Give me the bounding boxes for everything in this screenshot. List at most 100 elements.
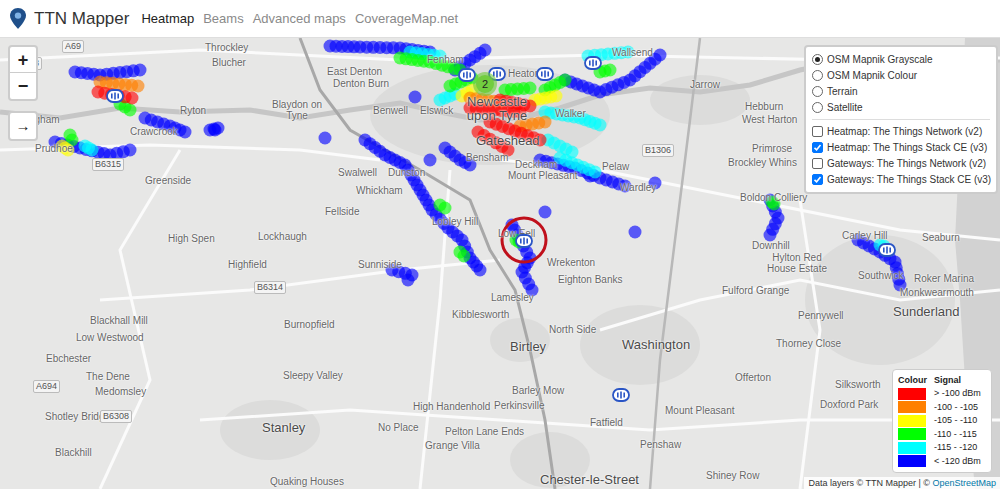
place-label: Silksworth bbox=[835, 377, 881, 392]
layer-radio[interactable] bbox=[812, 102, 823, 113]
signal-legend: ColourSignal> -100 dBm-100 - -105-105 - … bbox=[892, 369, 992, 474]
place-label: Low Westwood bbox=[76, 330, 144, 345]
nav-link[interactable]: Heatmap bbox=[141, 9, 194, 29]
nav-link[interactable]: Advanced maps bbox=[253, 9, 346, 29]
overlay-option[interactable]: Gateways: The Things Stack CE (v3) bbox=[812, 172, 990, 187]
layer-radio[interactable] bbox=[812, 54, 823, 65]
place-label: Barley Mow bbox=[512, 383, 564, 398]
place-label: Mount Pleasant bbox=[665, 403, 735, 418]
layer-separator bbox=[812, 119, 990, 120]
map[interactable]: ThrockleyBlucherFenhamEast DentonDenton … bbox=[0, 38, 1000, 489]
place-label: Sunderland bbox=[893, 302, 960, 322]
heatmap bbox=[49, 40, 907, 297]
gateway-icon[interactable] bbox=[612, 388, 630, 402]
layer-label: Gateways: The Things Stack CE (v3) bbox=[827, 172, 991, 187]
nav-link[interactable]: CoverageMap.net bbox=[355, 9, 458, 29]
layer-radio[interactable] bbox=[812, 86, 823, 97]
road-label: B6308 bbox=[100, 410, 132, 423]
legend-row: -115 - -120 bbox=[898, 441, 986, 455]
place-label: Lockhaugh bbox=[258, 229, 307, 244]
gateway-icon[interactable] bbox=[584, 56, 602, 70]
place-label: Wrekenton bbox=[547, 255, 595, 270]
place-label: Deckham bbox=[515, 157, 557, 172]
base-layer-option[interactable]: Terrain bbox=[812, 84, 990, 99]
road-label: A69 bbox=[62, 40, 84, 53]
base-layer-option[interactable]: Satellite bbox=[812, 100, 990, 115]
road-label: B6315 bbox=[92, 158, 124, 171]
base-layer-option[interactable]: OSM Mapnik Colour bbox=[812, 68, 990, 83]
place-label: No Place bbox=[378, 420, 419, 435]
brand-title[interactable]: TTN Mapper bbox=[34, 6, 129, 32]
place-label: Jarrow bbox=[690, 77, 720, 92]
place-label: Perkinsville bbox=[494, 398, 545, 413]
legend-label: -110 - -115 bbox=[934, 428, 977, 442]
zoom-in-button[interactable]: + bbox=[10, 47, 36, 73]
place-label: Sleepy Valley bbox=[283, 368, 343, 383]
place-label: Thorney Close bbox=[776, 336, 841, 351]
heat-point bbox=[458, 250, 471, 263]
place-label: Lamesley bbox=[491, 290, 534, 305]
place-label: Highfield bbox=[228, 257, 267, 272]
heat-point bbox=[124, 104, 137, 117]
place-label: West Harton bbox=[742, 112, 797, 127]
trunk-road bbox=[650, 38, 700, 489]
place-label: Grange Villa bbox=[425, 438, 480, 453]
heat-point bbox=[124, 144, 137, 157]
place-label: Penshaw bbox=[640, 437, 681, 452]
nav-link[interactable]: Beams bbox=[203, 9, 243, 29]
place-label: Blackhill bbox=[55, 445, 92, 460]
heat-point bbox=[764, 229, 777, 242]
gateway-icon[interactable] bbox=[878, 243, 896, 257]
heat-point bbox=[589, 166, 602, 179]
layer-control: OSM Mapnik GrayscaleOSM Mapnik ColourTer… bbox=[804, 45, 998, 194]
zoom-out-button[interactable]: − bbox=[10, 73, 36, 99]
overlay-option[interactable]: Heatmap: The Things Stack CE (v3) bbox=[812, 140, 990, 155]
osm-link[interactable]: OpenStreetMap bbox=[932, 478, 996, 488]
place-label: Fellside bbox=[325, 204, 359, 219]
place-label: Burnopfield bbox=[284, 317, 335, 332]
place-label: Eighton Banks bbox=[558, 272, 623, 287]
place-label: Washington bbox=[622, 335, 690, 355]
highlight-circle bbox=[502, 218, 546, 262]
layer-checkbox[interactable] bbox=[812, 158, 823, 169]
fullscreen-button[interactable]: → bbox=[8, 111, 38, 141]
layer-label: OSM Mapnik Grayscale bbox=[827, 52, 933, 67]
overlay-option[interactable]: Gateways: The Things Network (v2) bbox=[812, 156, 990, 171]
heat-point bbox=[550, 90, 563, 103]
place-label: Hylton Red House Estate bbox=[760, 252, 834, 274]
place-label: Prudhoe bbox=[35, 141, 73, 156]
check-icon bbox=[813, 175, 822, 184]
base-layer-option[interactable]: OSM Mapnik Grayscale bbox=[812, 52, 990, 67]
legend-row: -105 - -110 bbox=[898, 414, 986, 428]
cluster-badge[interactable]: 2 bbox=[473, 72, 497, 96]
layer-label: Heatmap: The Things Network (v2) bbox=[827, 124, 982, 139]
place-label: Primrose bbox=[752, 141, 792, 156]
place-label: Pelton Lane Ends bbox=[445, 424, 524, 439]
gateway-icon[interactable] bbox=[536, 67, 554, 81]
layer-radio[interactable] bbox=[812, 70, 823, 81]
layer-checkbox[interactable] bbox=[812, 174, 823, 185]
place-label: Greenside bbox=[145, 173, 191, 188]
layer-label: Heatmap: The Things Stack CE (v3) bbox=[827, 140, 987, 155]
legend-swatch bbox=[898, 388, 926, 400]
place-label: Bensham bbox=[466, 150, 508, 165]
heat-point bbox=[474, 264, 487, 277]
place-label: Southwick bbox=[858, 268, 904, 283]
legend-label: > -100 dBm bbox=[934, 387, 981, 401]
place-label: Birtley bbox=[510, 337, 546, 357]
app: TTN Mapper Heatmap Beams Advanced maps Cover… bbox=[0, 0, 1000, 489]
gateway-icon[interactable] bbox=[106, 89, 124, 103]
layer-label: Terrain bbox=[827, 84, 858, 99]
place-label: Stanley bbox=[262, 418, 305, 438]
road-label: B1306 bbox=[642, 144, 674, 157]
place-label: Boldon Colliery bbox=[740, 190, 807, 205]
overlay-option[interactable]: Heatmap: The Things Network (v2) bbox=[812, 124, 990, 139]
legend-swatch bbox=[898, 415, 926, 427]
gateway-icon[interactable] bbox=[515, 234, 533, 248]
place-label: Seaburn bbox=[922, 230, 960, 245]
layer-checkbox[interactable] bbox=[812, 126, 823, 137]
road-label: A694 bbox=[33, 380, 60, 393]
layer-checkbox[interactable] bbox=[812, 142, 823, 153]
heat-point bbox=[134, 64, 147, 77]
place-label: Brockley Whins bbox=[728, 155, 797, 170]
